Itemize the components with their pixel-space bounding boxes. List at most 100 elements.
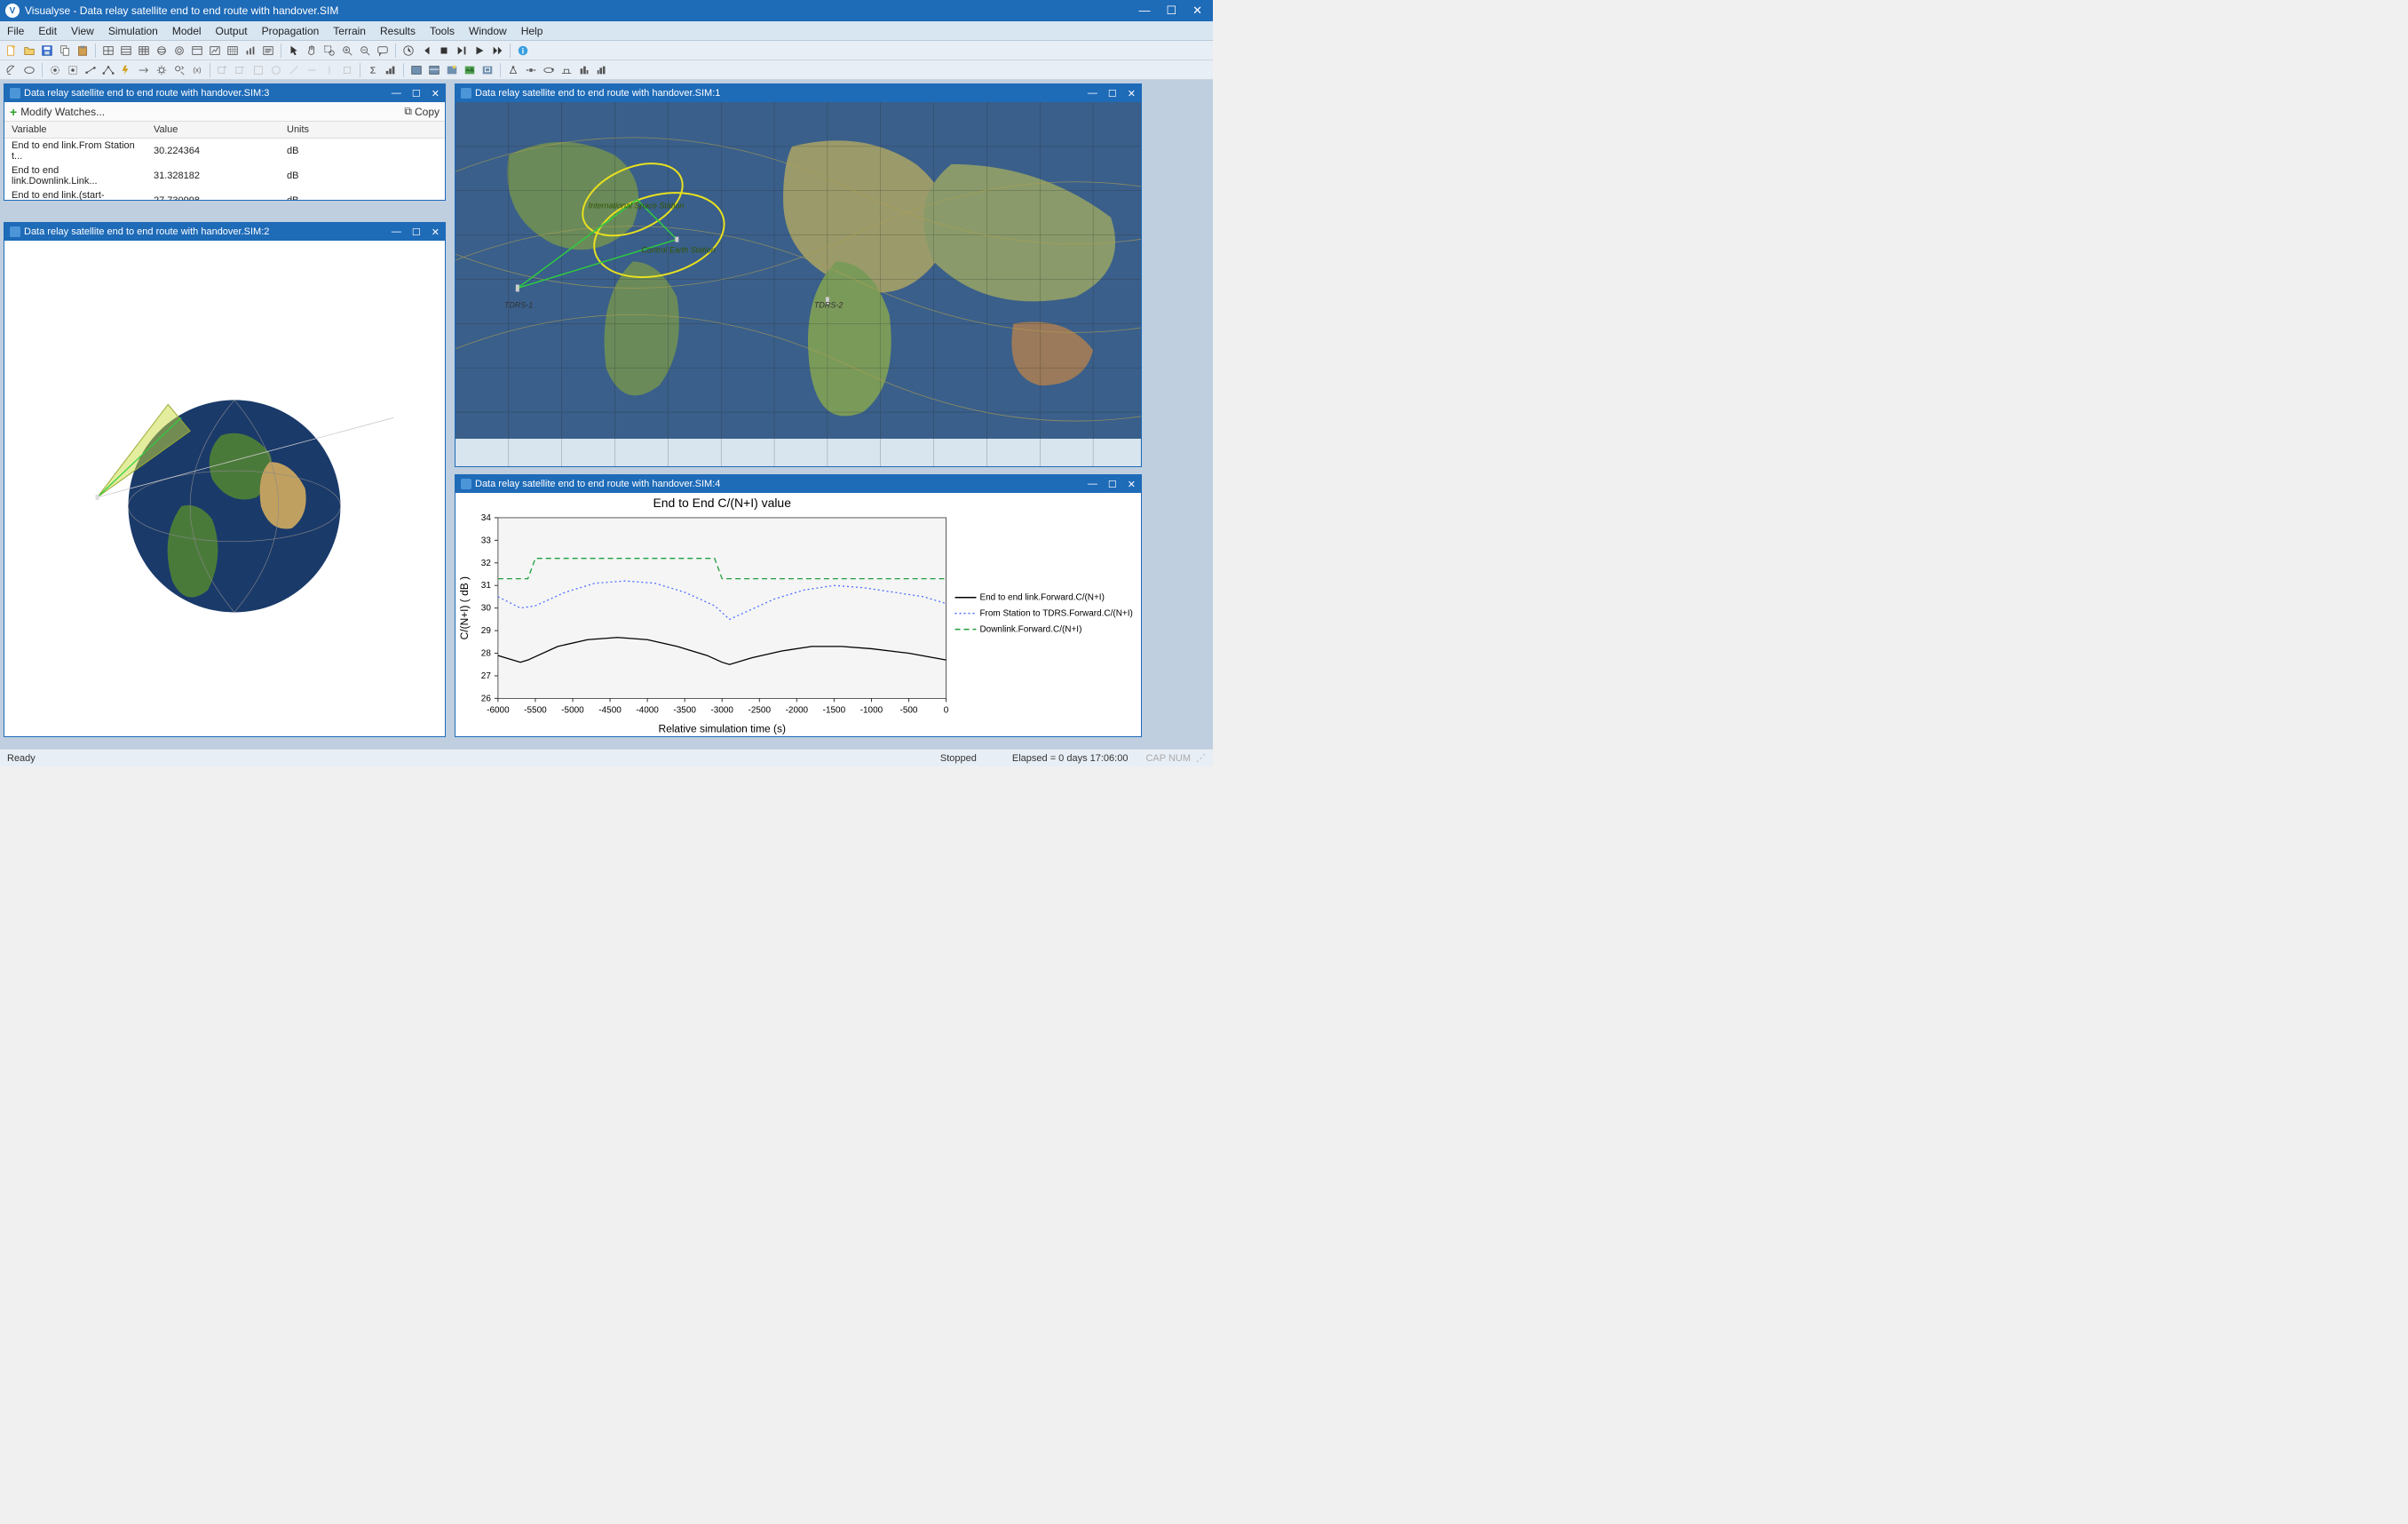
view-text-icon[interactable]	[260, 43, 276, 59]
view-table-icon[interactable]	[136, 43, 152, 59]
view-map-icon[interactable]	[100, 43, 116, 59]
col-value[interactable]: Value	[147, 122, 280, 139]
tool-a-icon[interactable]	[250, 62, 266, 78]
map-terrain-icon[interactable]	[462, 62, 478, 78]
gear-dropdown-icon[interactable]	[171, 62, 187, 78]
map-overlay-icon[interactable]	[479, 62, 495, 78]
menu-file[interactable]: File	[7, 25, 24, 37]
svg-text:-4000: -4000	[636, 705, 659, 715]
new-file-icon[interactable]	[4, 43, 20, 59]
tool-e-icon[interactable]	[321, 62, 337, 78]
view-mercator-icon[interactable]	[118, 43, 134, 59]
sim4-close[interactable]: ✕	[1128, 479, 1136, 490]
hand-icon[interactable]	[304, 43, 320, 59]
menu-output[interactable]: Output	[216, 25, 248, 37]
ground-icon[interactable]	[558, 62, 574, 78]
gear-icon[interactable]	[154, 62, 170, 78]
group-add-icon[interactable]	[215, 62, 231, 78]
table-row[interactable]: End to end link.(start-end).Th...27.7309…	[4, 188, 445, 200]
save-icon[interactable]	[39, 43, 55, 59]
sim3-maximize[interactable]: ☐	[412, 88, 421, 99]
link-line-icon[interactable]	[83, 62, 99, 78]
view-spreadsheet-icon[interactable]	[225, 43, 241, 59]
tool-f-icon[interactable]	[339, 62, 355, 78]
menu-tools[interactable]: Tools	[430, 25, 455, 37]
table-row[interactable]: End to end link.From Station t...30.2243…	[4, 139, 445, 164]
menu-terrain[interactable]: Terrain	[333, 25, 366, 37]
paste-icon[interactable]	[75, 43, 91, 59]
ellipse-icon[interactable]	[21, 62, 37, 78]
tool-d-icon[interactable]	[304, 62, 320, 78]
sim1-close[interactable]: ✕	[1128, 88, 1136, 99]
menu-results[interactable]: Results	[380, 25, 416, 37]
message-icon[interactable]	[375, 43, 391, 59]
modify-watches-button[interactable]: + Modify Watches...	[10, 105, 105, 119]
menu-help[interactable]: Help	[521, 25, 543, 37]
menu-edit[interactable]: Edit	[38, 25, 57, 37]
minimize-button[interactable]: —	[1138, 4, 1150, 18]
pointer-icon[interactable]	[286, 43, 302, 59]
satellite-icon[interactable]	[523, 62, 539, 78]
beam-square-icon[interactable]	[65, 62, 81, 78]
stop-icon[interactable]	[436, 43, 452, 59]
link-bolt-icon[interactable]	[118, 62, 134, 78]
view-3d-icon[interactable]	[154, 43, 170, 59]
stats-chart-icon[interactable]	[383, 62, 399, 78]
menu-simulation[interactable]: Simulation	[108, 25, 158, 37]
resize-grip-icon[interactable]: ⋰	[1196, 752, 1206, 764]
col-units[interactable]: Units	[280, 122, 445, 139]
link-multi-icon[interactable]	[100, 62, 116, 78]
beam-circle-icon[interactable]	[47, 62, 63, 78]
station-add-icon[interactable]	[505, 62, 521, 78]
info-icon[interactable]: i	[515, 43, 531, 59]
buildings-a-icon[interactable]	[576, 62, 592, 78]
map-settings-icon[interactable]	[408, 62, 424, 78]
sim3-minimize[interactable]: —	[392, 88, 401, 99]
map-view[interactable]: International Space Station Control Eart…	[455, 102, 1141, 466]
link-arrow-icon[interactable]	[136, 62, 152, 78]
menu-window[interactable]: Window	[469, 25, 507, 37]
zoom-out-icon[interactable]	[357, 43, 373, 59]
globe-view[interactable]	[4, 241, 445, 736]
menu-propagation[interactable]: Propagation	[262, 25, 320, 37]
copy-icon[interactable]	[57, 43, 73, 59]
menu-view[interactable]: View	[71, 25, 94, 37]
open-file-icon[interactable]	[21, 43, 37, 59]
clock-icon[interactable]	[400, 43, 416, 59]
view-stats-icon[interactable]	[242, 43, 258, 59]
sim4-maximize[interactable]: ☐	[1108, 479, 1117, 490]
fast-forward-icon[interactable]	[489, 43, 505, 59]
antenna-dish-icon[interactable]	[4, 62, 20, 78]
buildings-b-icon[interactable]	[594, 62, 610, 78]
sim1-minimize[interactable]: —	[1088, 88, 1097, 99]
table-row[interactable]: End to end link.Downlink.Link...31.32818…	[4, 163, 445, 188]
zoom-in-icon[interactable]	[339, 43, 355, 59]
copy-button[interactable]: ⧉ Copy	[404, 105, 440, 118]
sim3-close[interactable]: ✕	[432, 88, 440, 99]
col-variable[interactable]: Variable	[4, 122, 147, 139]
sigma-icon[interactable]: Σ	[365, 62, 381, 78]
tool-b-icon[interactable]	[268, 62, 284, 78]
map-grid-icon[interactable]	[444, 62, 460, 78]
rewind-icon[interactable]	[418, 43, 434, 59]
sim4-minimize[interactable]: —	[1088, 479, 1097, 490]
play-pause-icon[interactable]	[454, 43, 470, 59]
close-button[interactable]: ✕	[1192, 4, 1202, 18]
view-chart-icon[interactable]	[207, 43, 223, 59]
sim1-maximize[interactable]: ☐	[1108, 88, 1117, 99]
sim2-minimize[interactable]: —	[392, 226, 401, 238]
variable-x-icon[interactable]: (x)	[189, 62, 205, 78]
group-remove-icon[interactable]	[233, 62, 249, 78]
sim2-maximize[interactable]: ☐	[412, 226, 421, 238]
tool-c-icon[interactable]	[286, 62, 302, 78]
orbit-icon[interactable]	[541, 62, 557, 78]
map-layer-icon[interactable]	[426, 62, 442, 78]
view-polar-icon[interactable]	[171, 43, 187, 59]
chart-view[interactable]: End to End C/(N+I) value2627282930313233…	[455, 493, 1141, 736]
play-icon[interactable]	[471, 43, 487, 59]
view-watch-icon[interactable]	[189, 43, 205, 59]
menu-model[interactable]: Model	[172, 25, 202, 37]
maximize-button[interactable]: ☐	[1166, 4, 1176, 18]
sim2-close[interactable]: ✕	[432, 226, 440, 238]
zoom-area-icon[interactable]	[321, 43, 337, 59]
